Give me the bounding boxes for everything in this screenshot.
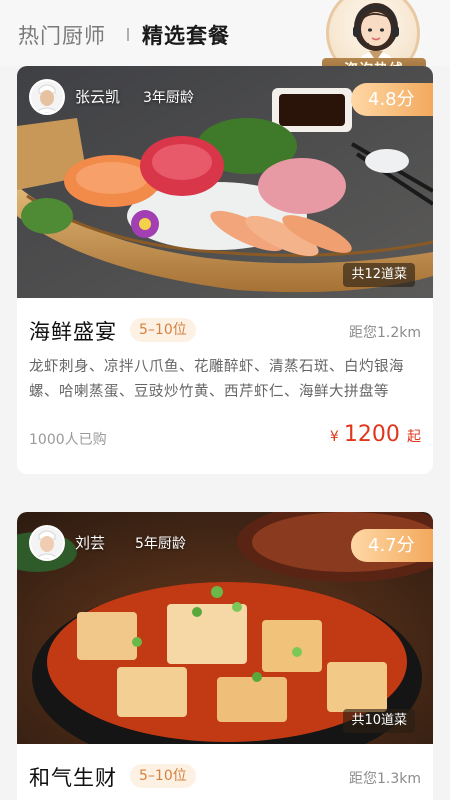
tab-hot-chef[interactable]: 热门厨师 (18, 20, 106, 50)
price: ¥ 1200 起 (330, 422, 421, 447)
tab-selected-packages[interactable]: 精选套餐 (142, 20, 230, 50)
people-tag: 5–10位 (130, 318, 196, 342)
chef-name: 刘芸 (75, 534, 106, 552)
chef-avatar-icon (29, 525, 65, 561)
rating-badge: 4.7分 (351, 529, 433, 562)
distance: 距您1.2km (348, 325, 421, 341)
purchased-count: 1000人已购 (29, 432, 107, 448)
tab-separator (127, 28, 129, 41)
package-card[interactable]: 张云凯 3年厨龄 4.8分 共12道菜 海鲜盛宴 5–10位 距您1.2km 龙… (17, 66, 433, 474)
package-image: 刘芸 5年厨龄 4.7分 共10道菜 (17, 512, 433, 744)
chef-avatar-icon (29, 79, 65, 115)
price-symbol: ¥ (329, 429, 339, 445)
chef-experience: 5年厨龄 (135, 536, 186, 552)
package-image: 张云凯 3年厨龄 4.8分 共12道菜 (17, 66, 433, 298)
header: 热门厨师 精选套餐 (0, 0, 450, 82)
package-title: 海鲜盛宴 (29, 320, 117, 344)
chef-name: 张云凯 (75, 88, 121, 106)
dish-list: 龙虾刺身、凉拌八爪鱼、花雕醉虾、清蒸石斑、白灼银海螺、哈喇蒸蛋、豆豉炒竹黄、西芹… (29, 359, 404, 400)
people-tag: 5–10位 (130, 764, 196, 788)
dish-count-badge: 共10道菜 (343, 709, 415, 733)
price-suffix: 起 (407, 429, 421, 445)
package-card[interactable]: 刘芸 5年厨龄 4.7分 共10道菜 和气生财 5–10位 距您1.3km (17, 512, 433, 800)
dish-count-badge: 共12道菜 (343, 263, 415, 287)
chef-experience: 3年厨龄 (143, 90, 194, 106)
package-title: 和气生财 (29, 766, 117, 790)
distance: 距您1.3km (348, 771, 421, 787)
price-value: 1200 (343, 422, 400, 447)
rating-badge: 4.8分 (351, 83, 433, 116)
page: 热门厨师 精选套餐 张云凯 3年厨龄 4.8分 共12道菜 海鲜盛宴 5–10位… (0, 0, 450, 800)
